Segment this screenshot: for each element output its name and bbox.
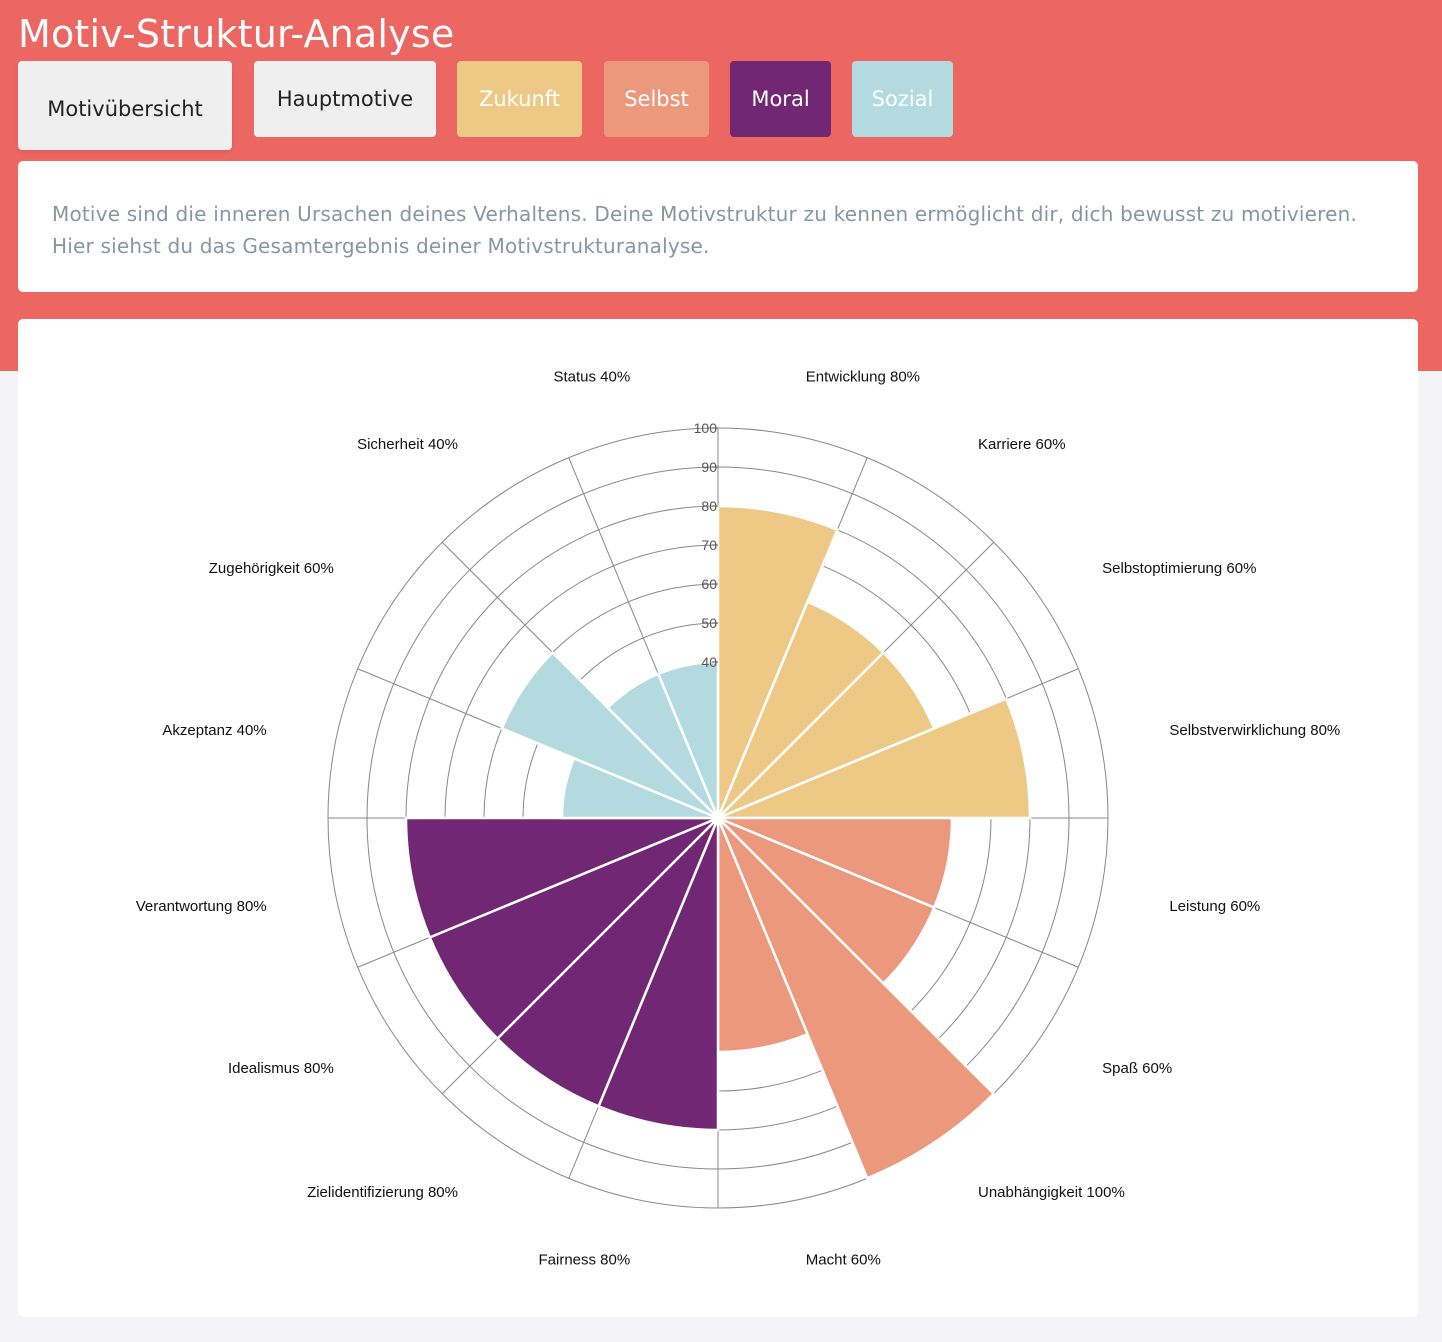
description-text: Motive sind die inneren Ursachen deines … — [52, 202, 1358, 258]
tab-zukunft[interactable]: Zukunft — [457, 61, 582, 137]
radial-tick-label: 60 — [701, 576, 717, 592]
category-label-entwicklung: Entwicklung 80% — [806, 369, 920, 386]
radial-tick-label: 40 — [701, 654, 717, 670]
chart-card: 40 50 60 70 80 90 100 Entwicklung 80% Karriere 6… — [18, 319, 1418, 1317]
page-title: Motiv-Struktur-Analyse — [18, 12, 455, 56]
category-label-sicherheit: Sicherheit 40% — [357, 436, 458, 453]
tab-sozial[interactable]: Sozial — [852, 61, 953, 137]
category-label-selbstverwirklichung: Selbstverwirklichung 80% — [1169, 722, 1340, 739]
category-label-unabhängigkeit: Unabhängigkeit 100% — [978, 1184, 1125, 1201]
category-label-macht: Macht 60% — [806, 1251, 881, 1268]
radial-tick-label: 50 — [701, 615, 717, 631]
category-label-spaß: Spaß 60% — [1102, 1060, 1172, 1077]
radial-tick-label: 70 — [701, 537, 717, 553]
tab-moral[interactable]: Moral — [730, 61, 831, 137]
category-label-zielidentifizierung: Zielidentifizierung 80% — [307, 1184, 458, 1201]
category-label-selbstoptimierung: Selbstoptimierung 60% — [1102, 560, 1256, 577]
radial-tick-label: 90 — [701, 459, 717, 475]
category-label-leistung: Leistung 60% — [1169, 898, 1260, 915]
radial-tick-label: 80 — [701, 498, 717, 514]
category-label-idealismus: Idealismus 80% — [228, 1060, 334, 1077]
tab-hauptmotive[interactable]: Hauptmotive — [254, 61, 436, 137]
category-label-verantwortung: Verantwortung 80% — [136, 898, 267, 915]
polar-area-chart: 40 50 60 70 80 90 100 Entwicklung 80% Karriere 6… — [136, 369, 1341, 1269]
radial-tick-label: 100 — [694, 420, 718, 436]
description-card: Motive sind die inneren Ursachen deines … — [18, 161, 1418, 292]
category-label-akzeptanz: Akzeptanz 40% — [162, 722, 266, 739]
category-label-status: Status 40% — [553, 369, 630, 386]
tab-motivuebersicht[interactable]: Motivübersicht — [18, 61, 232, 150]
tab-selbst[interactable]: Selbst — [604, 61, 709, 137]
category-label-karriere: Karriere 60% — [978, 436, 1066, 453]
category-label-zugehörigkeit: Zugehörigkeit 60% — [209, 560, 334, 577]
category-label-fairness: Fairness 80% — [538, 1251, 630, 1268]
